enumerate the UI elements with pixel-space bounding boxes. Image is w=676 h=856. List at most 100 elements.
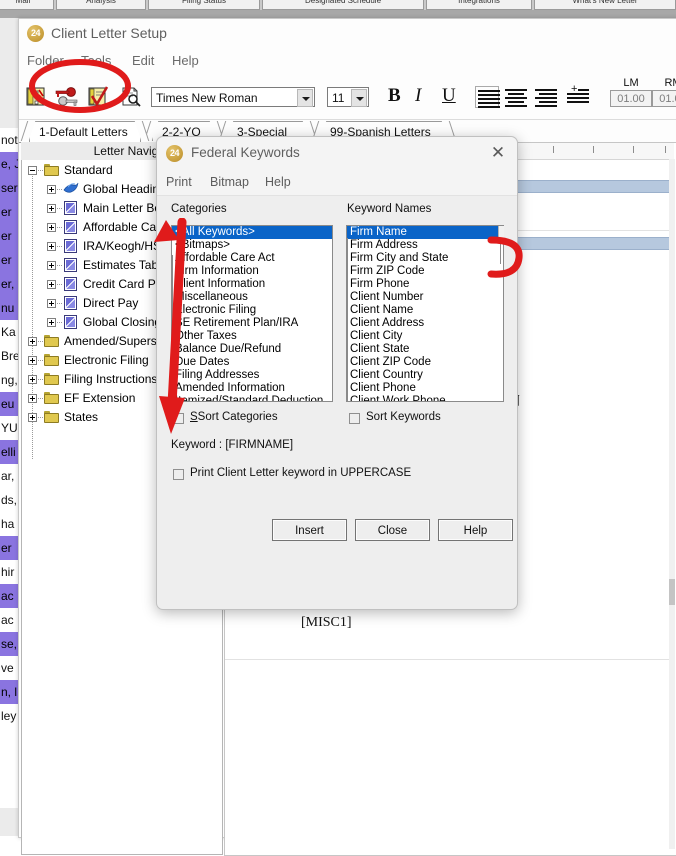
federal-keywords-dialog: 24 Federal Keywords ✕ Print Bitmap Help … xyxy=(156,136,518,610)
list-item[interactable]: Balance Due/Refund xyxy=(172,343,332,356)
font-size-combo[interactable]: 11 xyxy=(327,87,369,107)
menu-item-print[interactable]: Print xyxy=(166,169,192,195)
expand-toggle-icon[interactable] xyxy=(47,299,56,308)
expand-toggle-icon[interactable] xyxy=(47,280,56,289)
help-button[interactable]: Help xyxy=(438,519,513,541)
checkmark-document-icon[interactable] xyxy=(87,86,109,108)
close-icon[interactable]: ✕ xyxy=(485,140,511,166)
menu-item-edit[interactable]: Edit xyxy=(132,47,154,75)
insert-button[interactable]: Insert xyxy=(272,519,347,541)
list-item[interactable]: Miscellaneous xyxy=(172,291,332,304)
list-item[interactable]: Firm ZIP Code xyxy=(347,265,503,278)
keyword-scroll-up[interactable] xyxy=(498,226,504,242)
list-item[interactable]: Electronic Filing xyxy=(172,304,332,317)
expand-toggle-icon[interactable] xyxy=(47,242,56,251)
list-item[interactable]: Other Taxes xyxy=(172,330,332,343)
print-preview-icon[interactable] xyxy=(120,86,142,108)
window-title-bar: 24 Client Letter Setup xyxy=(19,19,676,47)
italic-button[interactable]: I xyxy=(415,84,421,108)
list-item[interactable]: Amended Information xyxy=(172,382,332,395)
editor-scrollbar-track[interactable] xyxy=(669,159,675,849)
bold-button[interactable]: B xyxy=(388,84,401,108)
list-item[interactable]: Affordable Care Act xyxy=(172,252,332,265)
menu-item-tools[interactable]: Tools xyxy=(81,47,111,75)
list-item[interactable]: SE Retirement Plan/IRA xyxy=(172,317,332,330)
chevron-down-icon[interactable] xyxy=(297,89,313,107)
list-item[interactable]: Client Country xyxy=(347,369,503,382)
tree-label: Filing Instructions xyxy=(64,372,158,386)
sort-categories-label: SSort Categories xyxy=(190,411,278,423)
bird-icon xyxy=(63,182,79,195)
expand-toggle-icon[interactable] xyxy=(47,261,56,270)
list-item[interactable]: <All Keywords> xyxy=(172,226,332,239)
window-title: Client Letter Setup xyxy=(51,25,167,41)
browser-tab[interactable]: Mail xyxy=(0,0,54,10)
list-item[interactable]: Client Number xyxy=(347,291,503,304)
list-item[interactable]: Firm Name xyxy=(347,226,503,239)
folder-icon xyxy=(44,373,59,385)
keyword-scroll-thumb[interactable] xyxy=(500,242,501,264)
list-item[interactable]: Client City xyxy=(347,330,503,343)
menu-item-bitmap[interactable]: Bitmap xyxy=(210,169,249,195)
keyword-names-listbox[interactable]: Firm Name Firm Address Firm City and Sta… xyxy=(346,225,504,402)
expand-toggle-icon[interactable] xyxy=(47,204,56,213)
expand-toggle-icon[interactable] xyxy=(47,223,56,232)
right-margin-field[interactable]: 01.05 xyxy=(652,90,676,107)
list-item[interactable]: Firm City and State xyxy=(347,252,503,265)
list-item[interactable]: Client Work Phone xyxy=(347,395,503,401)
align-right-icon[interactable] xyxy=(535,87,559,109)
keyword-names-scrollbar[interactable] xyxy=(346,238,348,402)
tab-default-letters[interactable]: 1-Default Letters xyxy=(29,121,141,142)
expand-toggle-icon[interactable] xyxy=(28,375,37,384)
sort-keywords-label: Sort Keywords xyxy=(366,411,441,423)
categories-label: Categories xyxy=(171,203,227,215)
expand-toggle-icon[interactable] xyxy=(28,337,37,346)
expand-toggle-icon[interactable] xyxy=(28,356,37,365)
align-left-icon[interactable] xyxy=(475,86,500,108)
list-item[interactable]: Client Address xyxy=(347,317,503,330)
align-center-icon[interactable] xyxy=(505,87,529,109)
font-family-value: Times New Roman xyxy=(156,91,258,105)
menu-item-folder[interactable]: Folder xyxy=(27,47,64,75)
collapse-toggle-icon[interactable] xyxy=(28,166,37,175)
editor-scrollbar-thumb[interactable] xyxy=(669,579,675,605)
list-item[interactable]: Client Name xyxy=(347,304,503,317)
list-item[interactable]: <Bitmaps> xyxy=(172,239,332,252)
list-item[interactable]: Client Phone xyxy=(347,382,503,395)
list-item[interactable]: Client State xyxy=(347,343,503,356)
font-family-combo[interactable]: Times New Roman xyxy=(151,87,315,107)
sort-categories-checkbox[interactable] xyxy=(173,413,184,424)
left-margin-field[interactable]: 01.00 xyxy=(610,90,652,107)
menu-bar: Folder Tools Edit Help xyxy=(19,47,676,75)
expand-toggle-icon[interactable] xyxy=(28,394,37,403)
form-checklist-icon[interactable] xyxy=(26,86,48,108)
list-item[interactable]: Filing Addresses xyxy=(172,369,332,382)
list-item[interactable]: Due Dates xyxy=(172,356,332,369)
browser-tab[interactable]: Analysis xyxy=(56,0,146,10)
browser-tab[interactable]: Designated Schedule xyxy=(262,0,424,10)
expand-toggle-icon[interactable] xyxy=(28,413,37,422)
key-icon[interactable] xyxy=(54,86,78,108)
menu-item-help[interactable]: Help xyxy=(172,47,199,75)
list-item[interactable]: Firm Information xyxy=(172,265,332,278)
underline-button[interactable]: U xyxy=(442,84,456,108)
letter-document-icon xyxy=(64,220,77,234)
sort-keywords-checkbox[interactable] xyxy=(349,413,360,424)
expand-toggle-icon[interactable] xyxy=(47,318,56,327)
categories-listbox[interactable]: <All Keywords> <Bitmaps> Affordable Care… xyxy=(171,225,333,402)
list-item[interactable]: Client ZIP Code xyxy=(347,356,503,369)
browser-tab[interactable]: Integrations xyxy=(426,0,532,10)
tree-label: Global Closing xyxy=(83,315,162,329)
list-item[interactable]: Firm Phone xyxy=(347,278,503,291)
menu-item-help[interactable]: Help xyxy=(265,169,291,195)
browser-tab[interactable]: Filing Status xyxy=(148,0,260,10)
chevron-down-icon[interactable] xyxy=(351,89,367,107)
expand-toggle-icon[interactable] xyxy=(47,185,56,194)
close-button[interactable]: Close xyxy=(355,519,430,541)
categories-scrollbar[interactable] xyxy=(171,255,173,402)
browser-tab[interactable]: What's New Letter xyxy=(534,0,676,10)
uppercase-checkbox[interactable] xyxy=(173,469,184,480)
list-item[interactable]: Client Information xyxy=(172,278,332,291)
list-item[interactable]: Itemized/Standard Deduction xyxy=(172,395,332,401)
list-item[interactable]: Firm Address xyxy=(347,239,503,252)
